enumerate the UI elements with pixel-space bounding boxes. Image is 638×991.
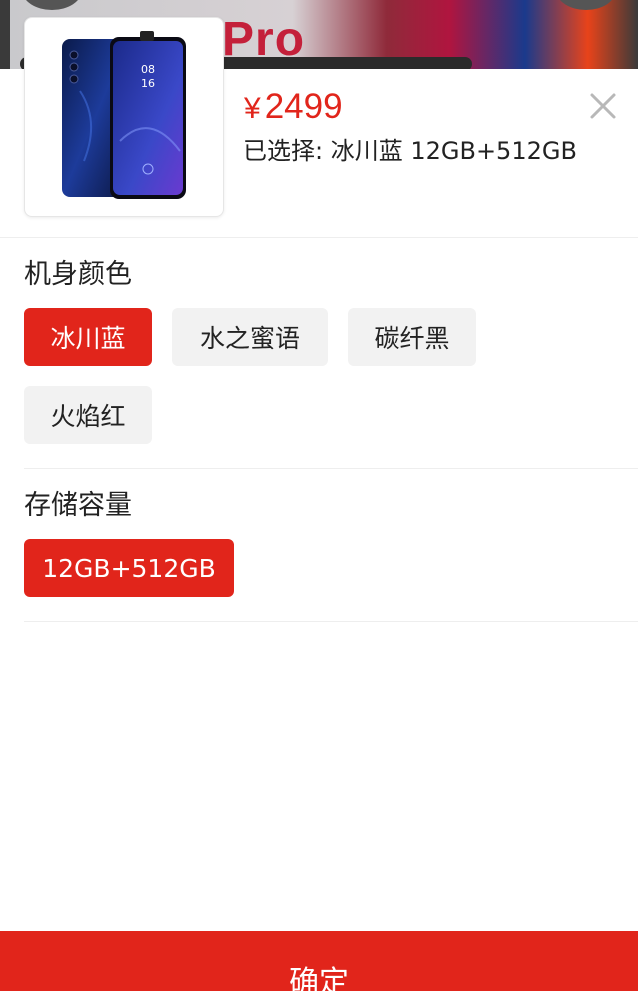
phone-product-image: 08 16 (62, 31, 186, 199)
color-option-flame-red[interactable]: 火焰红 (24, 386, 152, 444)
product-thumbnail: 08 16 (24, 17, 224, 217)
color-section-divider (24, 468, 638, 469)
close-icon[interactable] (586, 89, 620, 123)
confirm-button[interactable]: 确定 (0, 931, 638, 991)
storage-section-divider (24, 621, 638, 622)
svg-text:16: 16 (141, 77, 155, 90)
price-amount: 2499 (264, 87, 343, 126)
color-option-carbon-black[interactable]: 碳纤黑 (348, 308, 476, 366)
svg-text:08: 08 (141, 63, 155, 76)
spec-selector-sheet: 08 16 ¥2499 已选择: 冰川蓝 12GB+512GB 机身颜色 冰川蓝… (0, 17, 638, 991)
color-option-glacier-blue[interactable]: 冰川蓝 (24, 308, 152, 366)
confirm-button-label: 确定 (289, 965, 349, 991)
header-divider (0, 237, 638, 238)
selected-spec-text: 已选择: 冰川蓝 12GB+512GB (243, 137, 577, 165)
color-section-title: 机身颜色 (24, 259, 132, 290)
storage-section-title: 存储容量 (24, 490, 132, 521)
storage-option-12gb-512gb[interactable]: 12GB+512GB (24, 539, 234, 597)
price: ¥2499 (244, 87, 343, 129)
currency-symbol: ¥ (244, 92, 261, 125)
color-option-water-honey[interactable]: 水之蜜语 (172, 308, 328, 366)
